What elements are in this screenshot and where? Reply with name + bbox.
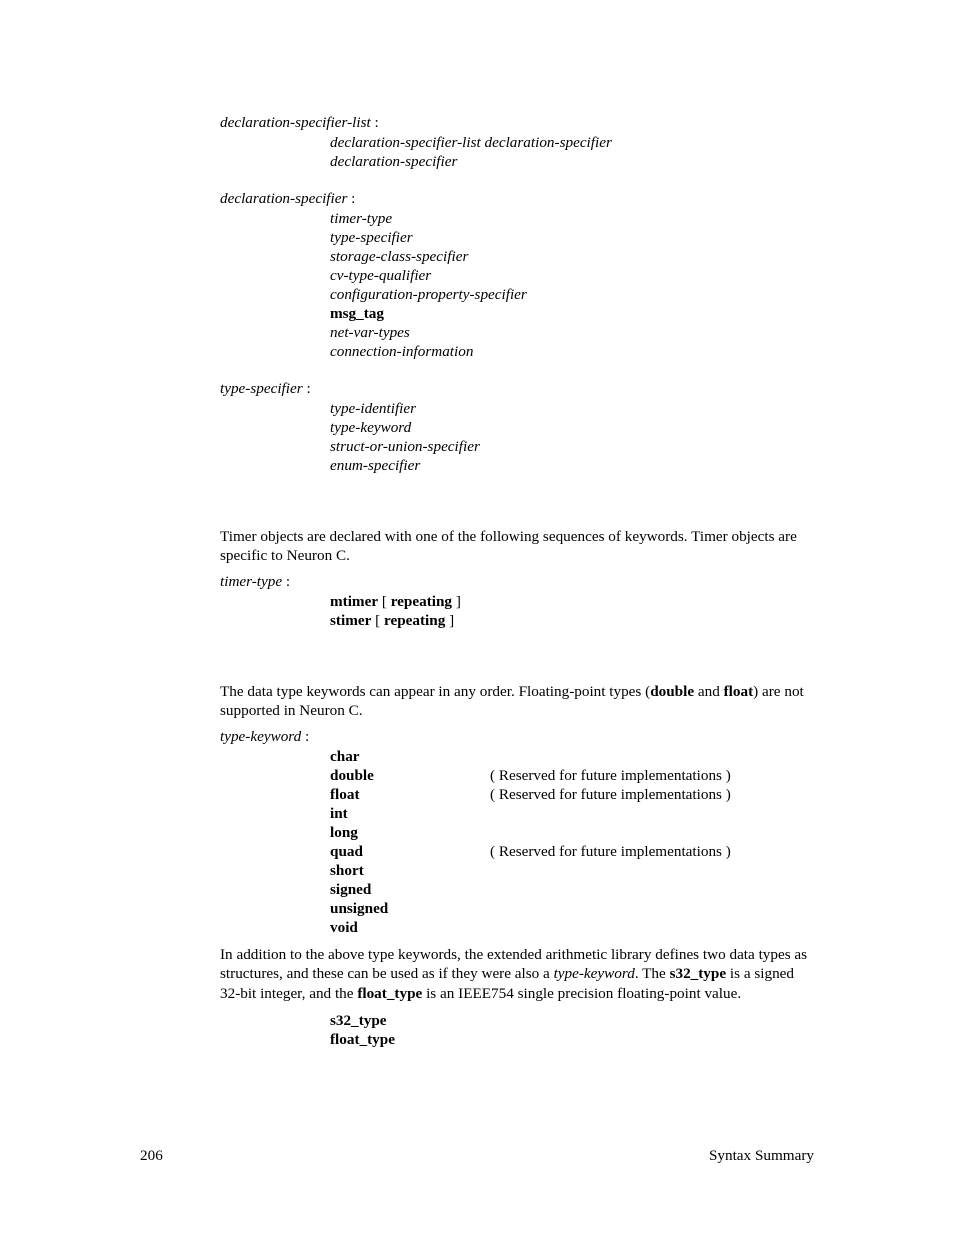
production-alt: cv-type-qualifier — [330, 266, 814, 285]
type-keyword-row: void — [330, 918, 814, 937]
text: . The — [635, 965, 670, 982]
keyword: void — [330, 918, 490, 937]
text: is an IEEE754 single precision floating-… — [422, 985, 741, 1002]
alt-block-decl-spec: timer-type type-specifier storage-class-… — [330, 209, 814, 361]
production-alt: type-identifier — [330, 399, 814, 418]
nonterminal: type-keyword — [554, 965, 635, 982]
nonterminal: declaration-specifier-list — [220, 114, 371, 131]
prod-head-type-keyword: type-keyword : — [220, 727, 814, 746]
keyword-note — [490, 899, 814, 918]
production-alt: mtimer [ repeating ] — [330, 592, 814, 611]
keyword: long — [330, 823, 490, 842]
keyword-option: repeating — [391, 593, 452, 610]
production-alt: struct-or-union-specifier — [330, 437, 814, 456]
nonterminal: timer-type — [220, 573, 282, 590]
prod-head-type-spec: type-specifier : — [220, 379, 814, 398]
rbracket: ] — [452, 593, 461, 610]
keyword: double — [650, 683, 694, 700]
keyword: float_type — [330, 1030, 814, 1049]
production-alt: declaration-specifier-list declaration-s… — [330, 133, 814, 152]
production-alt: storage-class-specifier — [330, 247, 814, 266]
prod-head-timer-type: timer-type : — [220, 572, 814, 591]
content-column: declaration-specifier-list : declaration… — [220, 113, 814, 1049]
keyword-note — [490, 861, 814, 880]
colon: : — [303, 380, 311, 397]
keyword: s32_type — [330, 1011, 814, 1030]
keyword: int — [330, 804, 490, 823]
production-alt: type-keyword — [330, 418, 814, 437]
production-alt-keyword: msg_tag — [330, 304, 814, 323]
paragraph-timer-intro: Timer objects are declared with one of t… — [220, 527, 814, 566]
nonterminal: declaration-specifier — [220, 190, 347, 207]
rbracket: ] — [445, 612, 454, 629]
alt-block-decl-spec-list: declaration-specifier-list declaration-s… — [330, 133, 814, 171]
prod-head-decl-spec-list: declaration-specifier-list : — [220, 113, 814, 132]
lbracket: [ — [378, 593, 391, 610]
keyword-note — [490, 880, 814, 899]
keyword: s32_type — [670, 965, 727, 982]
keyword-note: ( Reserved for future implementations ) — [490, 785, 814, 804]
page-number: 206 — [140, 1146, 163, 1165]
colon: : — [347, 190, 355, 207]
paragraph-extended-types: In addition to the above type keywords, … — [220, 945, 814, 1003]
keyword: stimer — [330, 612, 371, 629]
alt-block-type-keyword: char double( Reserved for future impleme… — [330, 747, 814, 937]
keyword: mtimer — [330, 593, 378, 610]
type-keyword-row: double( Reserved for future implementati… — [330, 766, 814, 785]
type-keyword-row: int — [330, 804, 814, 823]
lbracket: [ — [371, 612, 384, 629]
type-keyword-row: short — [330, 861, 814, 880]
keyword: float_type — [357, 985, 422, 1002]
keyword: quad — [330, 842, 490, 861]
keyword: short — [330, 861, 490, 880]
type-keyword-row: float( Reserved for future implementatio… — [330, 785, 814, 804]
keyword-note: ( Reserved for future implementations ) — [490, 842, 814, 861]
type-keyword-row: unsigned — [330, 899, 814, 918]
nonterminal: type-specifier — [220, 380, 303, 397]
type-keyword-row: signed — [330, 880, 814, 899]
keyword: signed — [330, 880, 490, 899]
keyword-note — [490, 823, 814, 842]
keyword: char — [330, 747, 490, 766]
text: and — [694, 683, 724, 700]
keyword: float — [724, 683, 754, 700]
type-keyword-row: char — [330, 747, 814, 766]
alt-block-timer-type: mtimer [ repeating ] stimer [ repeating … — [330, 592, 814, 630]
text: The data type keywords can appear in any… — [220, 683, 650, 700]
type-keyword-row: long — [330, 823, 814, 842]
paragraph-typekw-intro: The data type keywords can appear in any… — [220, 682, 814, 721]
extended-type-list: s32_type float_type — [330, 1011, 814, 1049]
section-title: Syntax Summary — [709, 1146, 814, 1165]
keyword-note: ( Reserved for future implementations ) — [490, 766, 814, 785]
keyword: double — [330, 766, 490, 785]
production-alt: stimer [ repeating ] — [330, 611, 814, 630]
keyword: float — [330, 785, 490, 804]
production-alt: timer-type — [330, 209, 814, 228]
colon: : — [282, 573, 290, 590]
production-alt: declaration-specifier — [330, 152, 814, 171]
production-alt: net-var-types — [330, 323, 814, 342]
production-alt: connection-information — [330, 342, 814, 361]
type-keyword-row: quad( Reserved for future implementation… — [330, 842, 814, 861]
keyword-note — [490, 804, 814, 823]
production-alt: configuration-property-specifier — [330, 285, 814, 304]
keyword-note — [490, 747, 814, 766]
keyword-note — [490, 918, 814, 937]
nonterminal: type-keyword — [220, 728, 301, 745]
page-footer: 206 Syntax Summary — [140, 1146, 814, 1165]
prod-head-decl-spec: declaration-specifier : — [220, 189, 814, 208]
production-alt: enum-specifier — [330, 456, 814, 475]
keyword-option: repeating — [384, 612, 445, 629]
colon: : — [371, 114, 379, 131]
production-alt: type-specifier — [330, 228, 814, 247]
alt-block-type-spec: type-identifier type-keyword struct-or-u… — [330, 399, 814, 475]
colon: : — [301, 728, 309, 745]
page: declaration-specifier-list : declaration… — [0, 0, 954, 1235]
keyword: unsigned — [330, 899, 490, 918]
